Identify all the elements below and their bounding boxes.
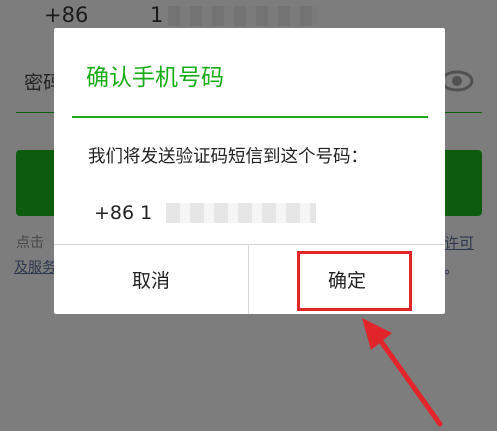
- dialog-phone-number: +86 1: [94, 202, 153, 224]
- cancel-button[interactable]: 取消: [54, 245, 248, 314]
- phone-number-mask: [166, 203, 316, 223]
- dialog-title: 确认手机号码: [86, 65, 224, 91]
- title-divider: [72, 116, 428, 118]
- dialog-message: 我们将发送验证码短信到这个号码：: [88, 147, 368, 167]
- highlight-box: [297, 251, 412, 311]
- screen: +86 1 密码 点击 及服务 许可 。 确认手机号码 我们将发送验证码短信到这…: [0, 0, 497, 431]
